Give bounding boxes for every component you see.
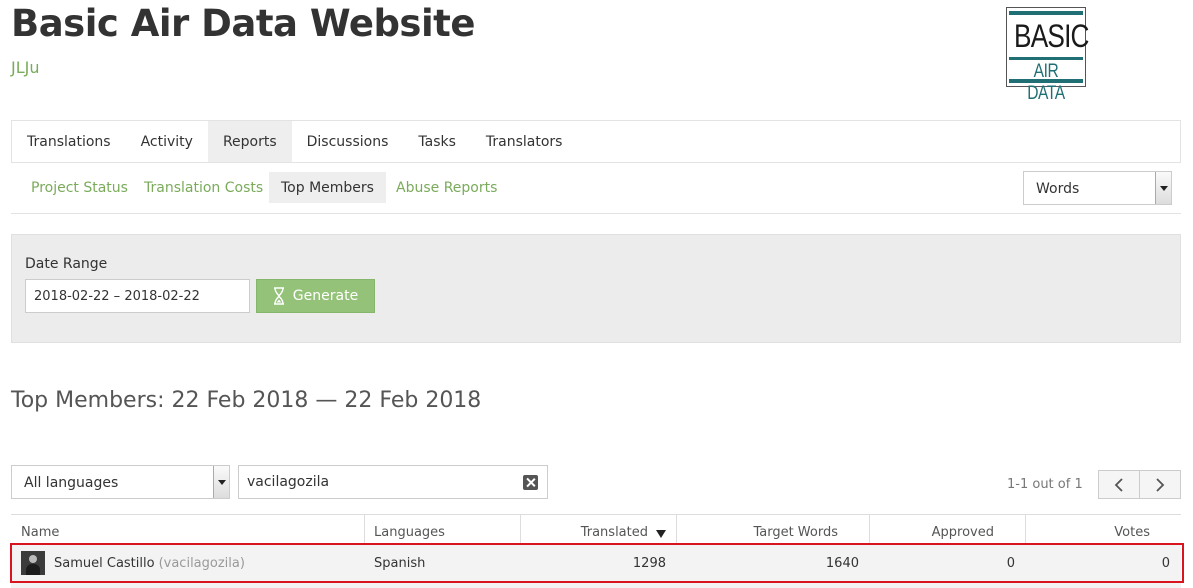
subtab-translation-costs[interactable]: Translation Costs bbox=[132, 172, 275, 203]
column-header-votes[interactable]: Votes bbox=[1026, 515, 1181, 544]
member-search-input[interactable]: vacilagozila bbox=[238, 465, 548, 499]
tab-discussions[interactable]: Discussions bbox=[292, 121, 404, 162]
subtab-top-members[interactable]: Top Members bbox=[269, 172, 386, 203]
table-header: Name Languages Translated Target Words A… bbox=[11, 514, 1181, 544]
tab-tasks[interactable]: Tasks bbox=[403, 121, 471, 162]
filter-panel: Date Range 2018-02-22 – 2018-02-22 Gener… bbox=[11, 234, 1181, 343]
column-header-approved-label: Approved bbox=[931, 525, 994, 540]
unit-select-dropdown-button[interactable] bbox=[1155, 172, 1171, 204]
column-header-target-words-label: Target Words bbox=[753, 525, 838, 540]
member-name[interactable]: Samuel Castillo bbox=[54, 556, 155, 571]
unit-select-value: Words bbox=[1036, 181, 1080, 197]
chevron-left-icon bbox=[1114, 477, 1123, 492]
language-select-dropdown-button[interactable] bbox=[213, 466, 229, 498]
pagination bbox=[1098, 470, 1181, 499]
tab-reports[interactable]: Reports bbox=[207, 121, 292, 162]
target-words-cell: 1640 bbox=[825, 555, 859, 571]
votes-cell: 0 bbox=[1161, 555, 1170, 571]
subtab-project-status[interactable]: Project Status bbox=[19, 172, 140, 203]
project-logo: BASIC AIR DATA bbox=[1006, 7, 1089, 104]
language-select-value: All languages bbox=[24, 475, 119, 491]
logo-bar-bottom bbox=[1009, 79, 1083, 83]
languages-cell: Spanish bbox=[374, 555, 426, 571]
column-header-target-words[interactable]: Target Words bbox=[677, 515, 870, 544]
column-header-name[interactable]: Name bbox=[11, 515, 365, 544]
member-search-value: vacilagozila bbox=[247, 474, 330, 490]
logo-text-airdata: AIR DATA bbox=[1027, 61, 1065, 104]
column-header-translated-label: Translated bbox=[580, 525, 648, 540]
main-nav: Translations Activity Reports Discussion… bbox=[11, 120, 1181, 163]
column-header-approved[interactable]: Approved bbox=[870, 515, 1026, 544]
member-username: (vacilagozila) bbox=[158, 555, 245, 571]
column-header-translated[interactable]: Translated bbox=[521, 515, 677, 544]
project-owner-link[interactable]: JLJu bbox=[11, 58, 40, 77]
logo-bar-middle bbox=[1009, 57, 1083, 60]
language-select[interactable]: All languages bbox=[11, 465, 230, 499]
column-header-languages-label: Languages bbox=[374, 525, 445, 540]
logo-text-basic: BASIC bbox=[1014, 18, 1089, 54]
column-header-languages[interactable]: Languages bbox=[365, 515, 521, 544]
column-header-name-label: Name bbox=[21, 525, 60, 540]
chevron-right-icon bbox=[1156, 477, 1165, 492]
chevron-down-icon bbox=[218, 480, 226, 485]
subtab-abuse-reports[interactable]: Abuse Reports bbox=[384, 172, 509, 203]
generate-button-label: Generate bbox=[292, 288, 359, 304]
previous-page-button[interactable] bbox=[1099, 471, 1139, 498]
chevron-down-icon bbox=[1160, 186, 1168, 191]
tab-translators[interactable]: Translators bbox=[471, 121, 578, 162]
member-cell: Samuel Castillo (vacilagozila) bbox=[21, 544, 365, 582]
reports-subnav: Project Status Translation Costs Top Mem… bbox=[11, 172, 1181, 214]
column-header-votes-label: Votes bbox=[1114, 525, 1150, 540]
date-range-label: Date Range bbox=[25, 256, 108, 272]
clear-search-icon[interactable] bbox=[523, 475, 538, 490]
sort-descending-icon bbox=[656, 530, 666, 538]
approved-cell: 0 bbox=[1006, 555, 1015, 571]
translated-cell: 1298 bbox=[632, 555, 666, 571]
next-page-button[interactable] bbox=[1139, 471, 1180, 498]
tab-activity[interactable]: Activity bbox=[126, 121, 208, 162]
pagination-count: 1-1 out of 1 bbox=[1007, 477, 1083, 492]
report-title: Top Members: 22 Feb 2018 — 22 Feb 2018 bbox=[11, 388, 482, 413]
avatar bbox=[21, 551, 45, 575]
logo-bar-top bbox=[1009, 11, 1083, 15]
tab-translations[interactable]: Translations bbox=[12, 121, 126, 162]
generate-button[interactable]: Generate bbox=[256, 279, 375, 313]
page-title: Basic Air Data Website bbox=[11, 2, 475, 45]
table-row[interactable]: Samuel Castillo (vacilagozila) Spanish 1… bbox=[11, 544, 1181, 588]
date-range-input[interactable]: 2018-02-22 – 2018-02-22 bbox=[25, 279, 250, 313]
top-members-table: Name Languages Translated Target Words A… bbox=[11, 514, 1181, 588]
hourglass-icon bbox=[273, 287, 284, 305]
unit-select[interactable]: Words bbox=[1023, 171, 1172, 205]
